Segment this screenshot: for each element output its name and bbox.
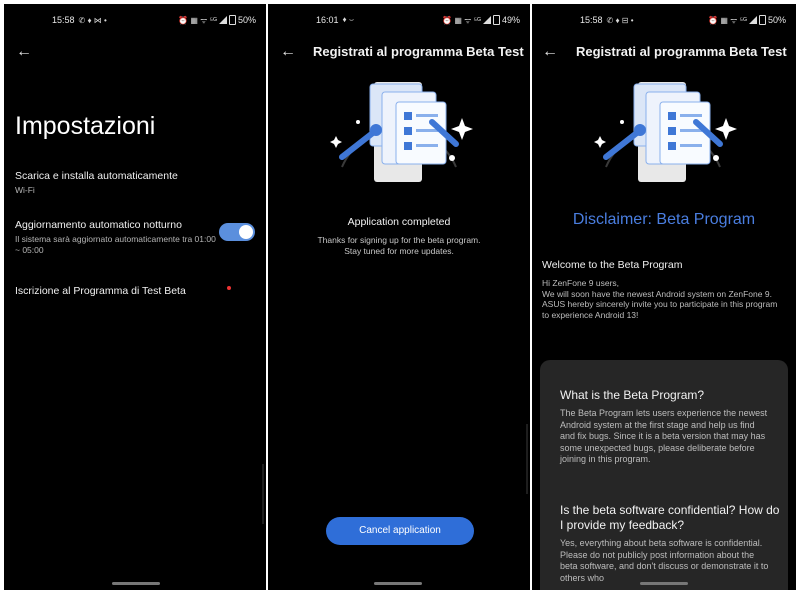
home-indicator[interactable] xyxy=(112,582,160,585)
signal-icon xyxy=(748,16,757,24)
status-system-icons: ⏰ ▦ ᯤ ⁵ᴳ xyxy=(708,15,747,25)
nightly-update-toggle[interactable] xyxy=(219,223,255,241)
new-badge-dot xyxy=(227,286,231,290)
faq-question-2: Is the beta software confidential? How d… xyxy=(560,503,780,532)
battery-icon xyxy=(492,15,500,25)
setting-subtitle: Il sistema sarà aggiornato automaticamen… xyxy=(15,234,216,255)
welcome-title: Welcome to the Beta Program xyxy=(542,259,683,271)
scrollbar xyxy=(526,424,528,494)
completed-title: Application completed xyxy=(347,216,451,228)
signal-icon xyxy=(218,16,227,24)
settings-screen: 15:58 ✆ ♦ ⋈ • ⏰ ▦ ᯤ ⁵ᴳ 50% ← Impostazion… xyxy=(4,4,266,590)
faq-question-1: What is the Beta Program? xyxy=(560,388,705,402)
beta-clipboard-illustration-icon xyxy=(330,82,473,182)
header-title: Registrati al programma Beta Test xyxy=(313,44,524,59)
status-system-icons: ⏰ ▦ ᯤ ⁵ᴳ xyxy=(178,15,217,25)
beta-disclaimer-screen: 15:58 ✆ ♦ ⊟ • ⏰ ▦ ᯤ ⁵ᴳ 50% ← Registrati … xyxy=(532,4,796,590)
status-notification-icons: ✆ ♦ ⊟ • xyxy=(606,15,634,25)
signal-icon xyxy=(482,16,491,24)
scrollbar xyxy=(262,464,264,524)
toggle-knob xyxy=(239,225,253,239)
completed-line-1: Thanks for signing up for the beta progr… xyxy=(317,235,481,245)
back-arrow-icon[interactable]: ← xyxy=(280,44,296,60)
disclaimer-title: Disclaimer: Beta Program xyxy=(572,211,756,228)
home-indicator[interactable] xyxy=(640,582,688,585)
faq-answer-2: Yes, everything about beta software is c… xyxy=(560,538,769,583)
faq-answer-1: The Beta Program lets users experience t… xyxy=(560,408,768,464)
status-notification-icons: ♦ ⌣ xyxy=(342,15,355,24)
setting-subtitle: Wi-Fi xyxy=(15,185,35,195)
battery-level: 50% xyxy=(237,15,256,25)
status-time: 15:58 xyxy=(52,15,75,25)
welcome-line-3: ASUS hereby sincerely invite you to part… xyxy=(542,299,778,320)
welcome-body: Hi ZenFone 9 users, We will soon have th… xyxy=(542,278,782,320)
status-bar: 16:01 ♦ ⌣ ⏰ ▦ ᯤ ⁵ᴳ 49% xyxy=(268,12,530,28)
battery-icon xyxy=(758,15,766,25)
status-bar: 15:58 ✆ ♦ ⊟ • ⏰ ▦ ᯤ ⁵ᴳ 50% xyxy=(532,12,796,28)
home-indicator[interactable] xyxy=(374,582,422,585)
status-time: 16:01 xyxy=(316,15,339,25)
setting-title: Iscrizione al Programma di Test Beta xyxy=(15,285,186,297)
battery-level: 50% xyxy=(767,15,786,25)
battery-icon xyxy=(228,15,236,25)
status-notification-icons: ✆ ♦ ⋈ • xyxy=(78,15,107,25)
faq-card: What is the Beta Program? The Beta Progr… xyxy=(540,360,788,590)
back-arrow-icon[interactable]: ← xyxy=(542,44,558,60)
battery-level: 49% xyxy=(501,15,520,25)
setting-title: Aggiornamento automatico notturno xyxy=(15,219,182,231)
page-title: Impostazioni xyxy=(15,112,156,140)
setting-title: Scarica e installa automaticamente xyxy=(15,170,178,182)
status-system-icons: ⏰ ▦ ᯤ ⁵ᴳ xyxy=(442,15,481,25)
welcome-line-1: Hi ZenFone 9 users, xyxy=(542,278,620,288)
status-time: 15:58 xyxy=(580,15,603,25)
beta-clipboard-illustration-icon xyxy=(594,82,737,182)
welcome-line-2: We will soon have the newest Android sys… xyxy=(542,288,772,299)
back-arrow-icon[interactable]: ← xyxy=(16,44,32,60)
completed-line-2: Stay tuned for more updates. xyxy=(344,246,454,256)
cancel-application-button[interactable]: Cancel application xyxy=(326,517,474,545)
beta-application-screen: 16:01 ♦ ⌣ ⏰ ▦ ᯤ ⁵ᴳ 49% ← Registrati al p… xyxy=(268,4,530,590)
header-title: Registrati al programma Beta Test xyxy=(576,44,787,59)
status-bar: 15:58 ✆ ♦ ⋈ • ⏰ ▦ ᯤ ⁵ᴳ 50% xyxy=(4,12,266,28)
